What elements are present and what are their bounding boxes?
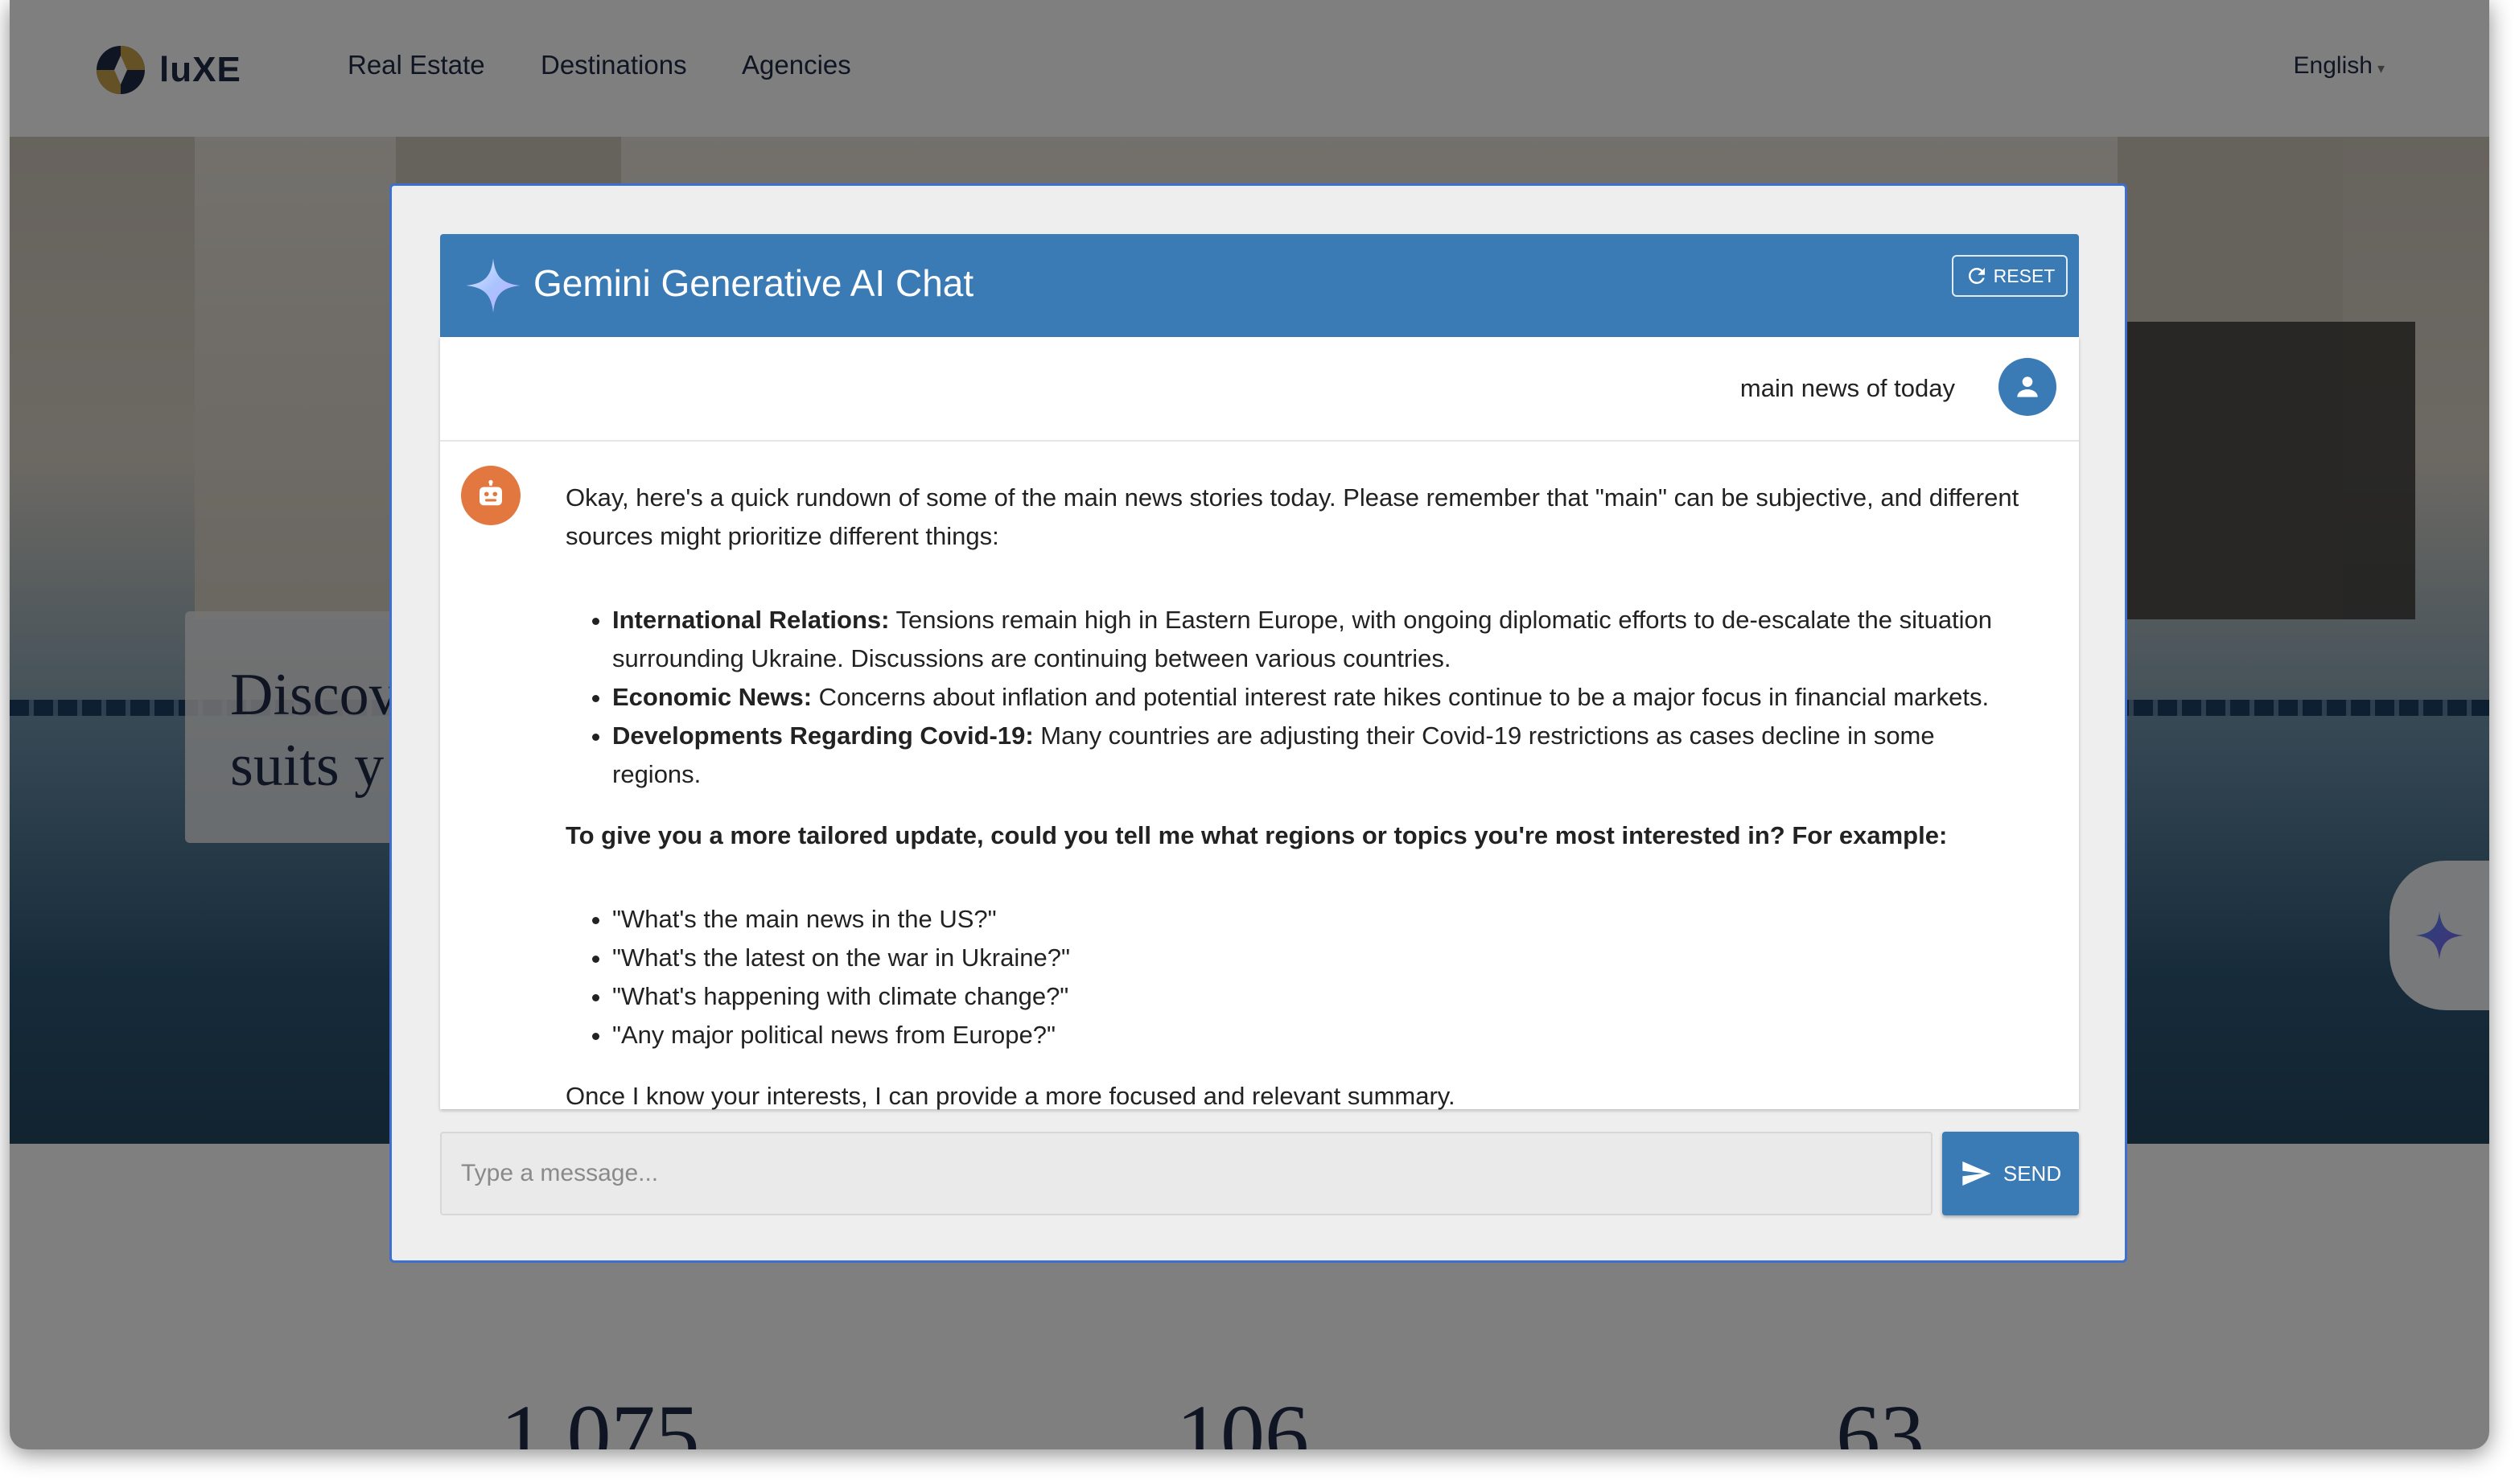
news-item: International Relations: Tensions remain…	[612, 601, 2030, 678]
news-item-label: Developments Regarding Covid-19:	[612, 721, 1034, 750]
chat-header: Gemini Generative AI Chat RESET	[440, 234, 2079, 337]
person-icon	[2017, 376, 2038, 397]
example-list: "What's the main news in the US?" "What'…	[566, 900, 2030, 1054]
example-item: "What's happening with climate change?"	[612, 977, 2030, 1016]
message-input[interactable]	[440, 1132, 1933, 1215]
refresh-icon	[1968, 268, 1985, 284]
bot-message: Okay, here's a quick rundown of some of …	[566, 479, 2030, 1145]
robot-icon	[480, 479, 502, 506]
example-item: "Any major political news from Europe?"	[612, 1016, 2030, 1054]
send-button[interactable]: SEND	[1942, 1132, 2079, 1215]
user-avatar	[1998, 358, 2056, 416]
chat-messages: main news of today Okay, here's a quick …	[440, 337, 2079, 1110]
chat-modal: Gemini Generative AI Chat RESET main new…	[389, 183, 2127, 1263]
bot-avatar	[461, 466, 521, 525]
send-icon	[1962, 1161, 1991, 1186]
gemini-sparkle-icon	[466, 258, 521, 313]
bot-prompt: To give you a more tailored update, coul…	[566, 816, 2030, 855]
news-item-label: International Relations:	[612, 606, 890, 634]
browser-window: luXE Real Estate Destinations Agencies E…	[10, 0, 2489, 1449]
reset-button[interactable]: RESET	[1952, 255, 2068, 297]
user-message-row: main news of today	[440, 337, 2079, 442]
news-item-text: Concerns about inflation and potential i…	[812, 683, 1990, 711]
user-message-text: main news of today	[1739, 374, 1955, 402]
news-item-label: Economic News:	[612, 683, 813, 711]
send-label: SEND	[2003, 1161, 2062, 1186]
chat-title: Gemini Generative AI Chat	[533, 262, 974, 304]
chat-input-row: SEND	[440, 1132, 2079, 1215]
example-item: "What's the main news in the US?"	[612, 900, 2030, 939]
bot-closing: Once I know your interests, I can provid…	[566, 1082, 1455, 1110]
bot-prompt-text: To give you a more tailored update, coul…	[566, 821, 1948, 849]
example-item: "What's the latest on the war in Ukraine…	[612, 939, 2030, 977]
news-item: Economic News: Concerns about inflation …	[612, 678, 2030, 717]
reset-label: RESET	[1993, 265, 2056, 286]
news-item: Developments Regarding Covid-19: Many co…	[612, 717, 2030, 794]
bot-intro: Okay, here's a quick rundown of some of …	[566, 483, 2019, 550]
news-list: International Relations: Tensions remain…	[566, 601, 2030, 794]
